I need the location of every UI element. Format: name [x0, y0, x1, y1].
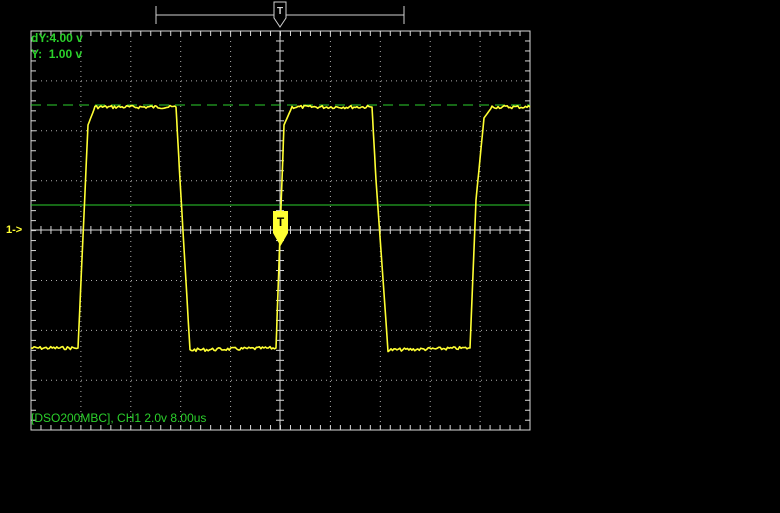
trigger-level-icon[interactable]: T — [273, 211, 288, 246]
trigger-level-label: T — [277, 215, 285, 229]
status-line: [DSO200MBC], CH1 2.0v 8.00us — [31, 411, 207, 425]
oscilloscope-display: T T — [30, 1, 531, 431]
trigger-flag-icon[interactable]: T — [273, 1, 287, 28]
delta-y-readout: dY:4.00 v — [31, 31, 83, 45]
channel-1-ground-marker[interactable]: 1-> — [6, 224, 22, 236]
trigger-flag-label: T — [277, 6, 283, 17]
y-readout: Y: 1.00 v — [31, 47, 83, 61]
